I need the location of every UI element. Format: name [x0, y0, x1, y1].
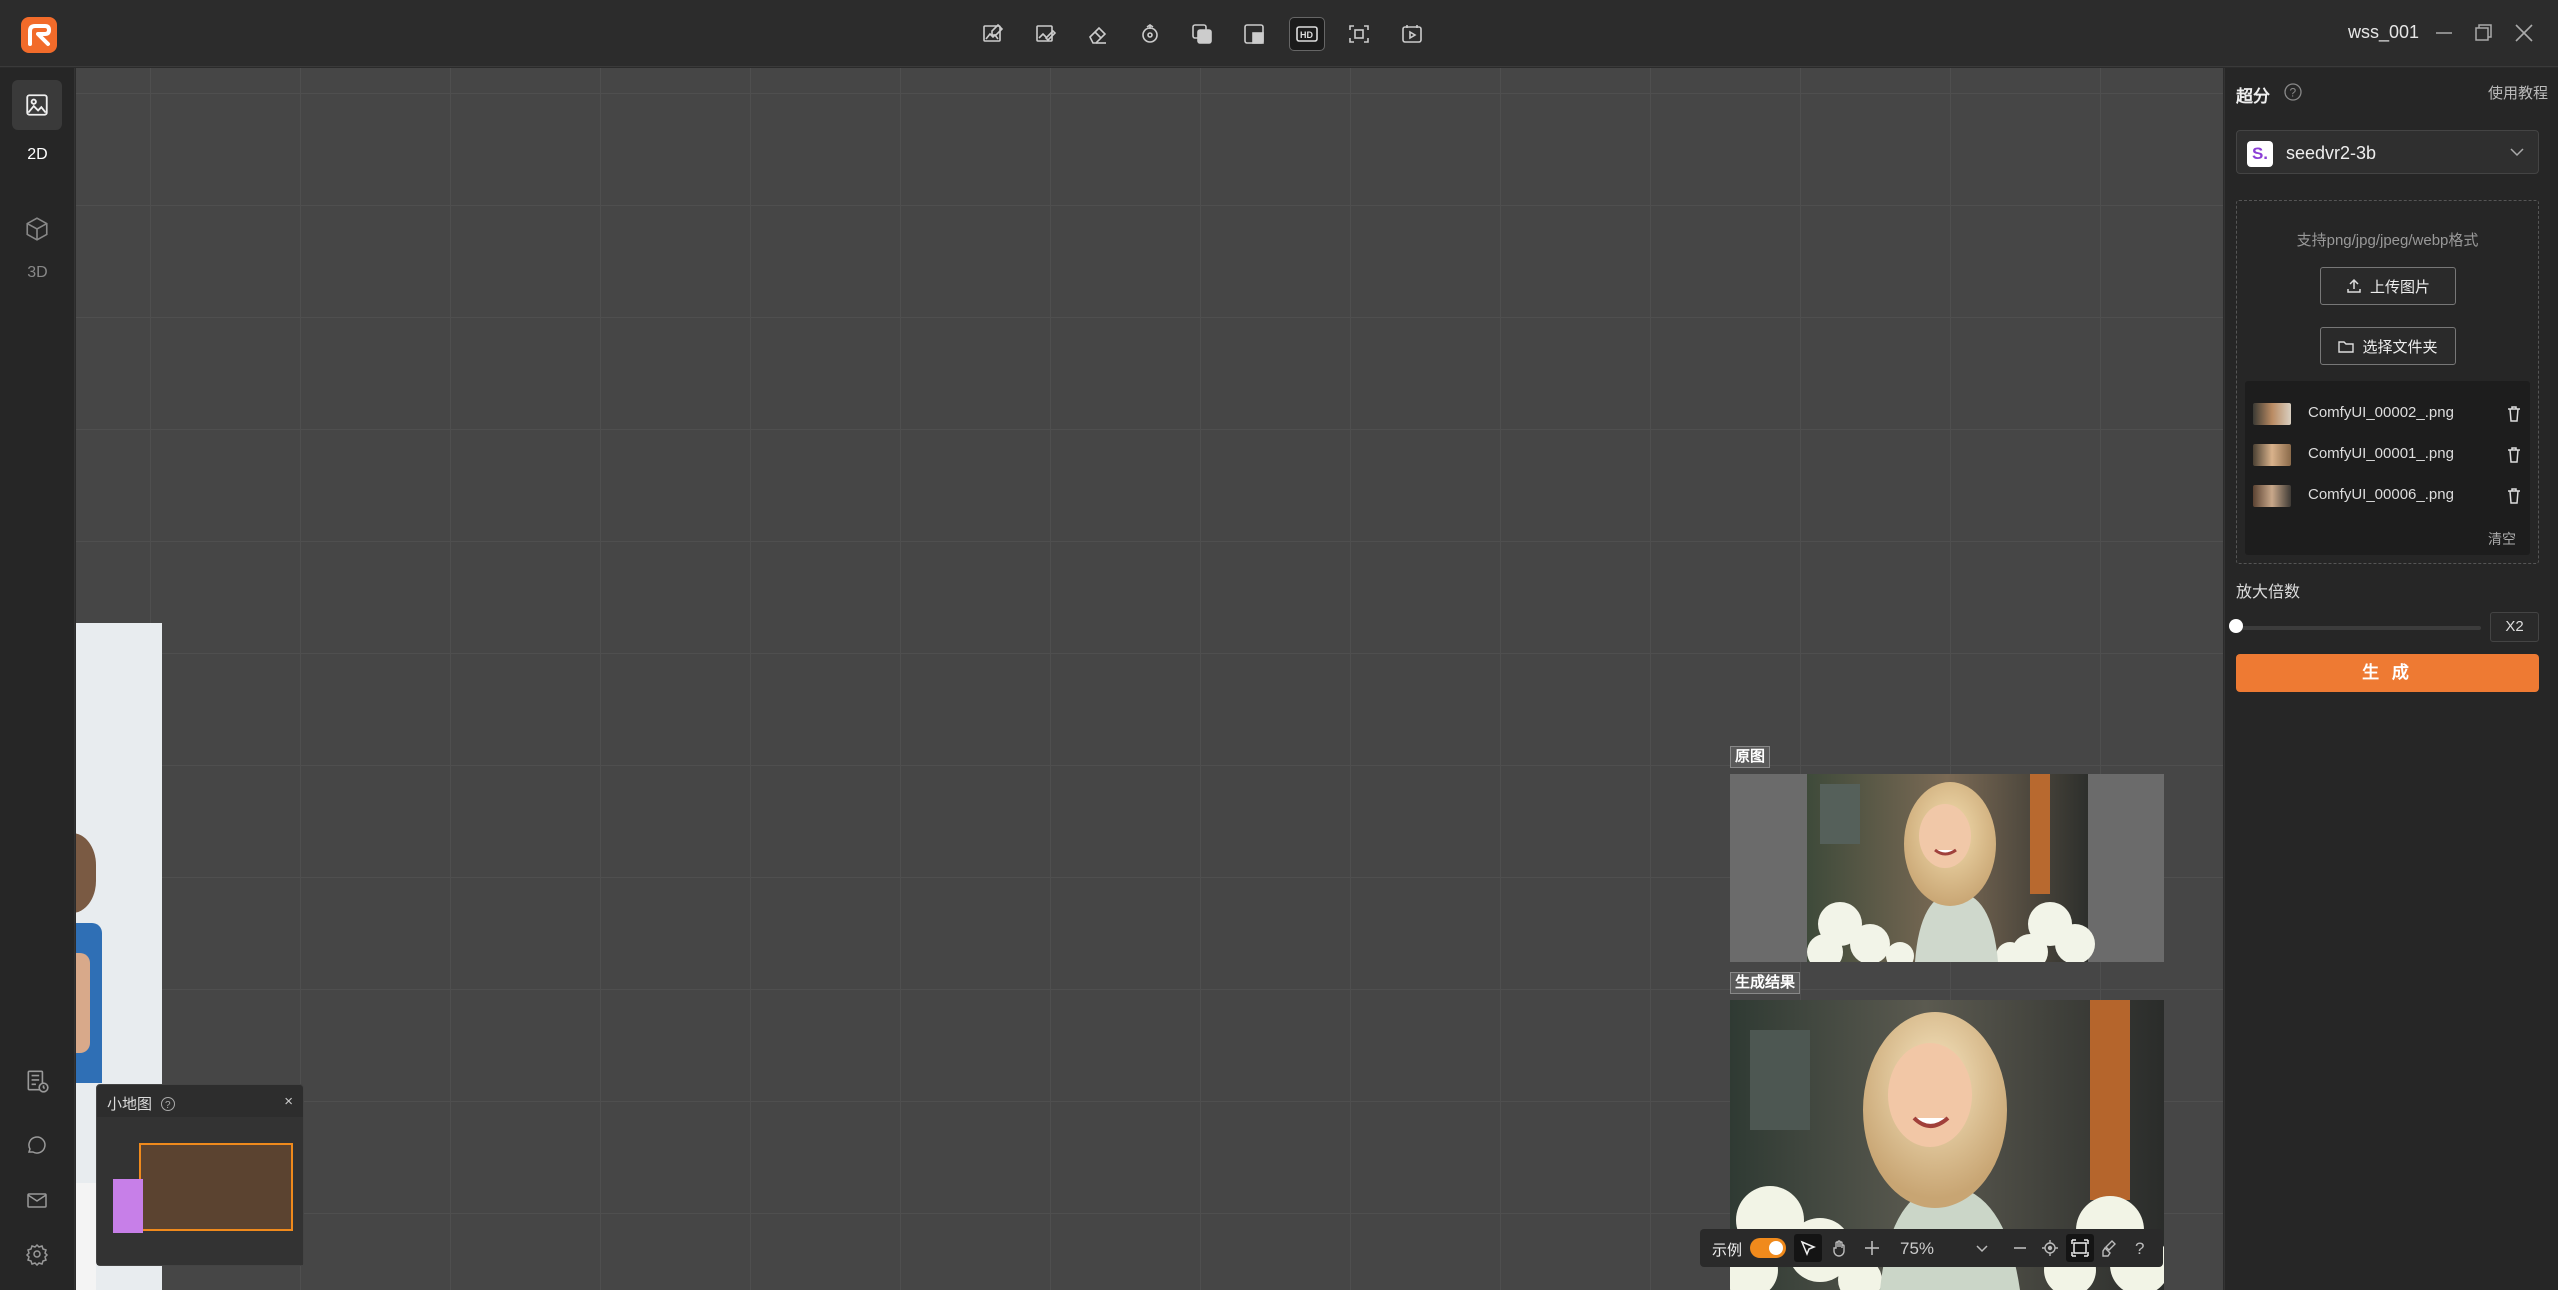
- minimap-title: 小地图 ?: [107, 1093, 176, 1114]
- file-row[interactable]: ComfyUI_00006_.png: [2253, 483, 2525, 509]
- image-icon: [26, 94, 48, 116]
- generate-button[interactable]: 生 成: [2236, 654, 2539, 692]
- clean-icon[interactable]: [2096, 1234, 2124, 1262]
- image-brush-icon[interactable]: [1028, 17, 1064, 51]
- focus-frame-icon[interactable]: [1341, 17, 1377, 51]
- restore-icon[interactable]: [2470, 20, 2496, 46]
- help-icon[interactable]: ?: [160, 1096, 176, 1112]
- file-name: ComfyUI_00001_.png: [2308, 445, 2454, 462]
- zoom-out-icon[interactable]: [2006, 1234, 2034, 1262]
- mode-3d-button[interactable]: [12, 204, 62, 254]
- panel-title: 超分: [2236, 87, 2270, 106]
- locate-icon[interactable]: [2036, 1234, 2064, 1262]
- eraser-icon[interactable]: [1080, 17, 1116, 51]
- result-label: 生成结果: [1730, 972, 1801, 994]
- image-edit-icon[interactable]: [975, 17, 1011, 51]
- canvas[interactable]: 原图 生成结果: [76, 68, 2223, 1290]
- svg-text:?: ?: [165, 1100, 171, 1111]
- rotate-icon[interactable]: [1132, 17, 1168, 51]
- minimap-body[interactable]: [97, 1117, 303, 1265]
- username[interactable]: wss_001: [2348, 22, 2419, 43]
- model-logo: S.: [2247, 141, 2273, 167]
- upload-dropzone[interactable]: 支持png/jpg/jpeg/webp格式 上传图片 选择文件夹 ComfyUI…: [2236, 200, 2539, 564]
- trash-icon[interactable]: [2505, 487, 2523, 505]
- chevron-down-icon: [2510, 148, 2524, 157]
- file-list: ComfyUI_00002_.png ComfyUI_00001_.png Co…: [2245, 381, 2530, 555]
- question-icon[interactable]: ?: [2126, 1234, 2154, 1262]
- chat-icon[interactable]: [12, 1121, 62, 1171]
- canvas-toolbar: 示例 75% ?: [1700, 1229, 2163, 1267]
- tutorial-link[interactable]: 使用教程: [2488, 82, 2548, 103]
- clear-button[interactable]: 清空: [2488, 529, 2516, 549]
- upload-icon: [2347, 278, 2361, 293]
- scale-slider-thumb[interactable]: [2229, 619, 2243, 633]
- demo-toggle[interactable]: [1750, 1238, 1786, 1258]
- model-name: seedvr2-3b: [2286, 143, 2377, 163]
- original-label: 原图: [1730, 746, 1771, 768]
- cube-icon: [26, 217, 48, 241]
- folder-icon: [2338, 341, 2355, 353]
- file-row[interactable]: ComfyUI_00002_.png: [2253, 401, 2525, 427]
- add-icon[interactable]: [1858, 1234, 1886, 1262]
- model-select[interactable]: S. seedvr2-3b: [2236, 130, 2539, 174]
- video-play-icon[interactable]: [1394, 17, 1430, 51]
- mode-3d-label: 3D: [27, 264, 48, 281]
- crop-icon[interactable]: [1236, 17, 1272, 51]
- minimap-close-button[interactable]: ×: [284, 1093, 293, 1110]
- hand-icon[interactable]: [1826, 1234, 1854, 1262]
- help-icon[interactable]: ?: [2283, 82, 2303, 102]
- original-image[interactable]: [1730, 774, 2164, 962]
- left-rail: 2D 3D: [0, 68, 75, 1290]
- fit-screen-icon[interactable]: [2066, 1234, 2094, 1262]
- minimap[interactable]: 小地图 ? ×: [96, 1084, 304, 1266]
- scale-label: 放大倍数: [2236, 584, 2301, 601]
- zoom-level[interactable]: 75%: [1900, 1239, 1934, 1259]
- minimap-viewport[interactable]: [139, 1143, 293, 1231]
- upload-hint: 支持png/jpg/jpeg/webp格式: [2296, 232, 2479, 249]
- trash-icon[interactable]: [2505, 405, 2523, 423]
- scale-value[interactable]: X2: [2490, 612, 2539, 642]
- scale-slider[interactable]: [2236, 626, 2481, 630]
- svg-text:HD: HD: [1300, 30, 1313, 40]
- minimize-icon[interactable]: [2431, 20, 2457, 46]
- hd-upscale-icon[interactable]: HD: [1289, 17, 1325, 51]
- file-thumbnail: [2253, 403, 2291, 425]
- mode-2d-button[interactable]: [12, 80, 62, 130]
- mode-2d-label: 2D: [27, 146, 48, 163]
- upload-image-button[interactable]: 上传图片: [2320, 267, 2456, 305]
- history-icon[interactable]: [12, 1056, 62, 1106]
- file-name: ComfyUI_00006_.png: [2308, 486, 2454, 503]
- settings-icon[interactable]: [12, 1229, 62, 1279]
- title-bar: HD wss_001: [0, 0, 2558, 67]
- select-pointer-icon[interactable]: [1794, 1234, 1822, 1262]
- app-logo: [21, 17, 57, 53]
- file-thumbnail: [2253, 485, 2291, 507]
- svg-text:?: ?: [2135, 1239, 2144, 1257]
- app-window: HD wss_001 2D 3D 原图 生成结果 小地图 ? × 示例 75% …: [0, 0, 2558, 1290]
- svg-text:?: ?: [2290, 86, 2297, 100]
- file-name: ComfyUI_00002_.png: [2308, 404, 2454, 421]
- select-folder-button[interactable]: 选择文件夹: [2320, 327, 2456, 365]
- trash-icon[interactable]: [2505, 446, 2523, 464]
- chevron-down-icon[interactable]: [1968, 1234, 1996, 1262]
- file-thumbnail: [2253, 444, 2291, 466]
- file-row[interactable]: ComfyUI_00001_.png: [2253, 442, 2525, 468]
- demo-label: 示例: [1712, 1242, 1743, 1259]
- close-icon[interactable]: [2511, 20, 2537, 46]
- mail-icon[interactable]: [12, 1175, 62, 1225]
- layers-icon[interactable]: [1184, 17, 1220, 51]
- minimap-item: [113, 1179, 143, 1233]
- settings-panel: 超分 ? 使用教程 S. seedvr2-3b 支持png/jpg/jpeg/w…: [2224, 68, 2558, 1290]
